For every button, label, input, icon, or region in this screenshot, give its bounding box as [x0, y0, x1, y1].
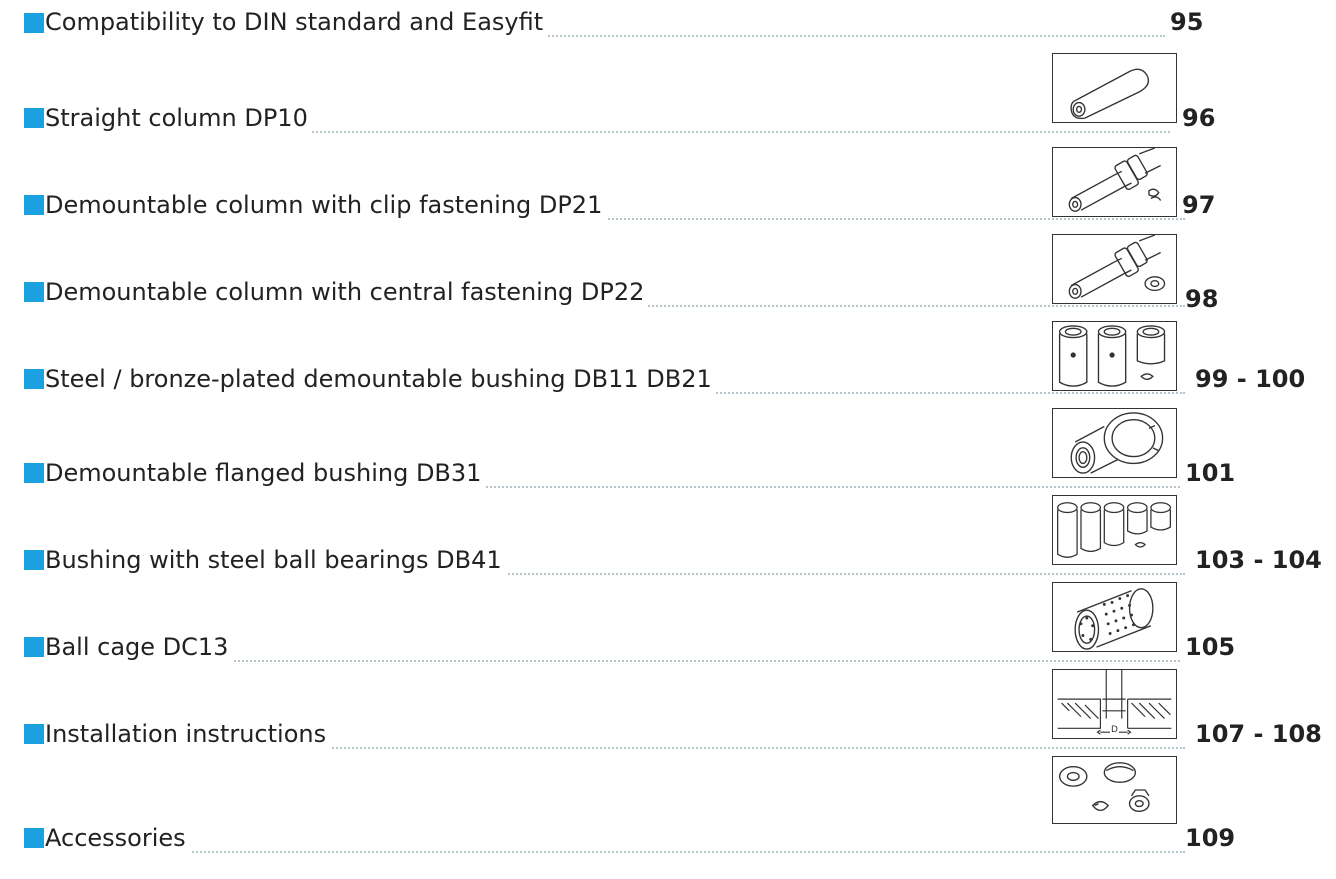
bullet-icon — [24, 13, 44, 33]
bullet-icon — [24, 550, 44, 570]
toc-entry-title: Bushing with steel ball bearings DB41 — [45, 545, 506, 575]
toc-entry-ball-cage[interactable]: Ball cage DC13 105 — [0, 582, 1336, 670]
toc-entry-title: Demountable column with clip fastening D… — [45, 190, 607, 220]
accessories-icon — [1052, 756, 1177, 824]
straight-column-icon — [1052, 53, 1177, 123]
toc-entry-title: Demountable column with central fastenin… — [45, 277, 649, 307]
toc-entry-page: 107 - 108 — [1195, 720, 1322, 748]
toc-entry-page: 109 — [1185, 824, 1236, 852]
toc-entry-central-column[interactable]: Demountable column with central fastenin… — [0, 234, 1336, 322]
toc-entry-clip-column[interactable]: Demountable column with clip fastening D… — [0, 147, 1336, 235]
flanged-bushing-icon — [1052, 408, 1177, 478]
toc-entry-page: 101 — [1185, 459, 1236, 487]
clip-column-icon — [1052, 147, 1177, 217]
toc-entry-title: Ball cage DC13 — [45, 632, 233, 662]
table-of-contents: Compatibility to DIN standard and Easyfi… — [0, 0, 1336, 879]
toc-entry-title: Compatibility to DIN standard and Easyfi… — [45, 7, 548, 37]
toc-entry-title: Steel / bronze-plated demountable bushin… — [45, 364, 716, 394]
toc-entry-page: 99 - 100 — [1195, 365, 1306, 393]
bullet-icon — [24, 369, 44, 389]
bullet-icon — [24, 637, 44, 657]
central-column-icon — [1052, 234, 1177, 304]
bushings-icon — [1052, 321, 1177, 391]
toc-entry-page: 98 — [1185, 285, 1219, 313]
toc-entry-page: 96 — [1182, 104, 1216, 132]
toc-entry-page: 103 - 104 — [1195, 546, 1322, 574]
bullet-icon — [24, 724, 44, 744]
toc-entry-title: Straight column DP10 — [45, 103, 312, 133]
toc-entry-installation[interactable]: Installation instructions D 107 - 108 — [0, 669, 1336, 757]
ball-cage-icon — [1052, 582, 1177, 652]
bullet-icon — [24, 282, 44, 302]
toc-entry-ball-bushing-db41[interactable]: Bushing with steel ball bearings DB41 10… — [0, 495, 1336, 583]
bullet-icon — [24, 195, 44, 215]
dot-leader — [45, 851, 1185, 853]
toc-entry-accessories[interactable]: Accessories 109 — [0, 756, 1336, 853]
toc-entry-title: Accessories — [45, 823, 190, 853]
bullet-icon — [24, 108, 44, 128]
dimension-label: D — [1110, 725, 1119, 735]
toc-entry-page: 105 — [1185, 633, 1236, 661]
toc-entry-straight-column[interactable]: Straight column DP10 96 — [0, 53, 1336, 148]
toc-entry-page: 95 — [1170, 8, 1204, 36]
toc-entry-title: Demountable flanged bushing DB31 — [45, 458, 486, 488]
toc-entry-flanged-bushing[interactable]: Demountable flanged bushing DB31 101 — [0, 408, 1336, 496]
installation-diagram-icon: D — [1052, 669, 1177, 739]
ball-bushings-icon — [1052, 495, 1177, 565]
toc-entry-title: Installation instructions — [45, 719, 331, 749]
bullet-icon — [24, 463, 44, 483]
toc-entry-page: 97 — [1182, 191, 1216, 219]
bullet-icon — [24, 828, 44, 848]
toc-entry-bushing-db11-db21[interactable]: Steel / bronze-plated demountable bushin… — [0, 321, 1336, 409]
